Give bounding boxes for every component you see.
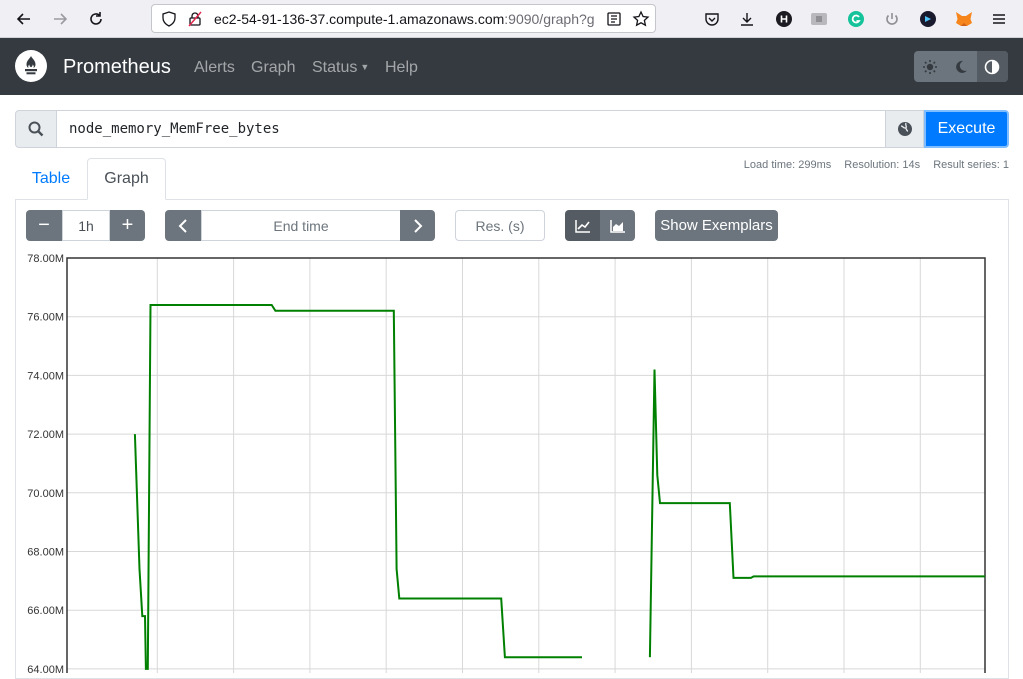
series-line xyxy=(133,304,582,670)
dark-theme-moon-icon[interactable] xyxy=(945,51,976,82)
tab-table[interactable]: Table xyxy=(15,158,87,200)
result-series: Result series: 1 xyxy=(933,159,1009,171)
nav-help[interactable]: Help xyxy=(385,59,418,77)
address-bar[interactable]: ec2-54-91-136-37.compute-1.amazonaws.com… xyxy=(151,4,656,33)
url-text: ec2-54-91-136-37.compute-1.amazonaws.com… xyxy=(214,11,595,27)
reader-view-icon[interactable] xyxy=(606,11,622,32)
y-tick-label: 68.00M xyxy=(27,547,64,559)
next-time-button[interactable] xyxy=(400,210,435,241)
auto-theme-half-circle-icon[interactable] xyxy=(976,51,1008,82)
resolution-input[interactable]: Res. (s) xyxy=(455,210,545,241)
resolution: Resolution: 14s xyxy=(844,159,921,171)
decrease-range-button[interactable]: − xyxy=(26,210,62,241)
extension-grey-icon[interactable] xyxy=(808,8,830,30)
metrics-explorer-globe-icon[interactable] xyxy=(885,110,924,148)
prometheus-logo-icon[interactable] xyxy=(15,50,47,82)
previous-time-button[interactable] xyxy=(165,210,201,241)
expression-input-group: node_memory_MemFree_bytes Execute xyxy=(15,110,1009,148)
pocket-icon[interactable] xyxy=(701,8,723,30)
line-chart-button[interactable] xyxy=(565,210,600,241)
y-tick-label: 72.00M xyxy=(27,429,64,441)
area-chart-icon xyxy=(609,219,625,233)
theme-toggle-group xyxy=(914,51,1008,82)
nav-graph[interactable]: Graph xyxy=(251,59,295,77)
forward-icon[interactable] xyxy=(48,7,72,31)
nav-status-label: Status xyxy=(312,59,358,76)
end-time-input[interactable]: End time xyxy=(201,210,401,241)
reload-icon[interactable] xyxy=(84,7,108,31)
light-theme-sun-icon[interactable] xyxy=(914,51,945,82)
caret-down-icon: ▼ xyxy=(360,62,370,72)
extension-h-icon[interactable] xyxy=(773,8,795,30)
y-tick-label: 64.00M xyxy=(27,664,64,673)
back-icon[interactable] xyxy=(12,7,36,31)
grammarly-icon[interactable] xyxy=(845,8,867,30)
nav-status[interactable]: Status ▼ xyxy=(312,59,369,77)
y-tick-label: 66.00M xyxy=(27,605,64,617)
chevron-right-icon xyxy=(413,218,422,233)
prometheus-navbar: Prometheus Alerts Graph Status ▼ Help xyxy=(0,38,1023,95)
y-tick-label: 70.00M xyxy=(27,488,64,500)
execute-button[interactable]: Execute xyxy=(924,110,1009,148)
power-icon[interactable] xyxy=(881,8,903,30)
metamask-fox-icon[interactable] xyxy=(953,8,975,30)
y-tick-label: 74.00M xyxy=(27,370,64,382)
load-time: Load time: 299ms xyxy=(743,159,832,171)
bookmark-star-icon[interactable] xyxy=(632,10,650,33)
tab-graph[interactable]: Graph xyxy=(87,158,166,200)
nav-alerts[interactable]: Alerts xyxy=(194,59,235,77)
brand-title[interactable]: Prometheus xyxy=(63,56,171,79)
memory-graph: 64.00M 66.00M 68.00M 70.00M 72.00M 74.00M 76.0… xyxy=(27,253,986,673)
plot-frame xyxy=(66,257,986,673)
query-stats: Load time: 299ms Resolution: 14s Result … xyxy=(734,159,1009,171)
insecure-lock-icon[interactable] xyxy=(187,11,203,32)
increase-range-button[interactable]: + xyxy=(110,210,145,241)
browser-toolbar: ec2-54-91-136-37.compute-1.amazonaws.com… xyxy=(0,0,1023,38)
expression-input[interactable]: node_memory_MemFree_bytes xyxy=(56,110,886,148)
range-input[interactable]: 1h xyxy=(62,210,110,241)
hamburger-menu-icon[interactable] xyxy=(988,8,1010,30)
extension-blue-icon[interactable] xyxy=(917,8,939,30)
y-tick-label: 78.00M xyxy=(27,253,64,265)
search-icon xyxy=(15,110,57,148)
y-tick-label: 76.00M xyxy=(27,312,64,324)
chevron-left-icon xyxy=(178,218,187,233)
shield-icon[interactable] xyxy=(161,11,177,32)
series-line xyxy=(648,369,985,658)
line-chart-icon xyxy=(574,219,590,233)
show-exemplars-button[interactable]: Show Exemplars xyxy=(655,210,778,241)
stacked-chart-button[interactable] xyxy=(600,210,635,241)
download-icon[interactable] xyxy=(736,8,758,30)
